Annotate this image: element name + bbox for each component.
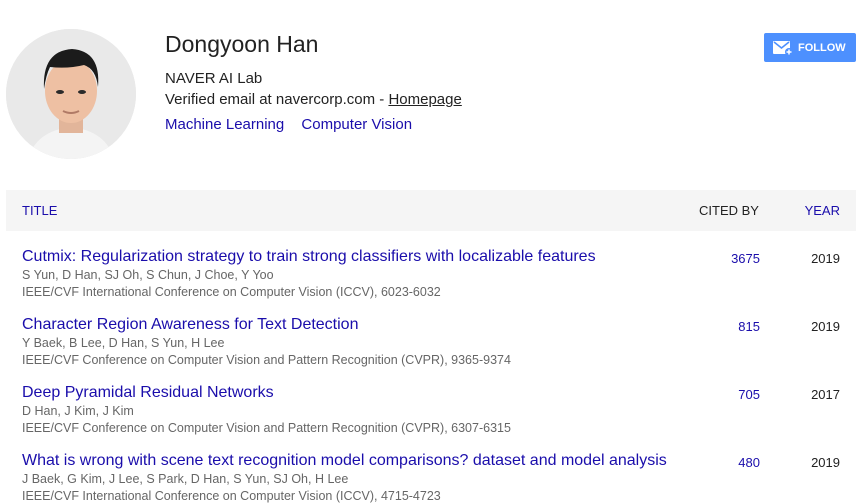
- publication-authors: Y Baek, B Lee, D Han, S Yun, H Lee: [22, 336, 225, 350]
- profile-name: Dongyoon Han: [165, 31, 319, 57]
- profile-affiliation: NAVER AI Lab: [165, 70, 263, 87]
- profile-email: Verified email at navercorp.com - Homepa…: [165, 91, 462, 108]
- profile-header: Dongyoon Han NAVER AI Lab Verified email…: [0, 0, 861, 180]
- publication-authors: D Han, J Kim, J Kim: [22, 404, 134, 418]
- table-row: Deep Pyramidal Residual Networks D Han, …: [6, 367, 856, 435]
- cited-by-count[interactable]: 705: [738, 387, 760, 402]
- interests-list: Machine Learning Computer Vision: [165, 116, 425, 133]
- publication-authors: J Baek, G Kim, J Lee, S Park, D Han, S Y…: [22, 472, 349, 486]
- publication-title[interactable]: Character Region Awareness for Text Dete…: [22, 316, 358, 334]
- publication-venue: IEEE/CVF International Conference on Com…: [22, 285, 441, 299]
- mail-plus-icon: [773, 40, 793, 56]
- publication-title[interactable]: Cutmix: Regularization strategy to train…: [22, 248, 596, 266]
- follow-button[interactable]: FOLLOW: [764, 33, 856, 62]
- publication-venue: IEEE/CVF International Conference on Com…: [22, 489, 441, 503]
- interest-computer-vision[interactable]: Computer Vision: [301, 116, 412, 133]
- publication-venue: IEEE/CVF Conference on Computer Vision a…: [22, 353, 511, 367]
- publication-list: Cutmix: Regularization strategy to train…: [6, 231, 856, 503]
- publication-year: 2019: [811, 319, 840, 334]
- publication-title[interactable]: Deep Pyramidal Residual Networks: [22, 384, 274, 402]
- table-header: TITLE CITED BY YEAR: [6, 190, 856, 231]
- follow-label: FOLLOW: [798, 41, 846, 54]
- email-text: Verified email at navercorp.com -: [165, 91, 389, 108]
- table-row: Character Region Awareness for Text Dete…: [6, 299, 856, 367]
- cited-by-count[interactable]: 480: [738, 455, 760, 470]
- publication-title[interactable]: What is wrong with scene text recognitio…: [22, 452, 667, 470]
- cited-by-count[interactable]: 3675: [731, 251, 760, 266]
- title-column-header[interactable]: TITLE: [22, 203, 57, 218]
- cited-by-column-header: CITED BY: [699, 203, 759, 218]
- homepage-link[interactable]: Homepage: [388, 91, 461, 108]
- publication-year: 2019: [811, 251, 840, 266]
- year-column-header[interactable]: YEAR: [805, 203, 840, 218]
- interest-machine-learning[interactable]: Machine Learning: [165, 116, 284, 133]
- publication-year: 2019: [811, 455, 840, 470]
- publication-authors: S Yun, D Han, SJ Oh, S Chun, J Choe, Y Y…: [22, 268, 274, 282]
- table-row: Cutmix: Regularization strategy to train…: [6, 231, 856, 299]
- table-row: What is wrong with scene text recognitio…: [6, 435, 856, 503]
- avatar: [6, 29, 136, 159]
- publication-venue: IEEE/CVF Conference on Computer Vision a…: [22, 421, 511, 435]
- publication-year: 2017: [811, 387, 840, 402]
- cited-by-count[interactable]: 815: [738, 319, 760, 334]
